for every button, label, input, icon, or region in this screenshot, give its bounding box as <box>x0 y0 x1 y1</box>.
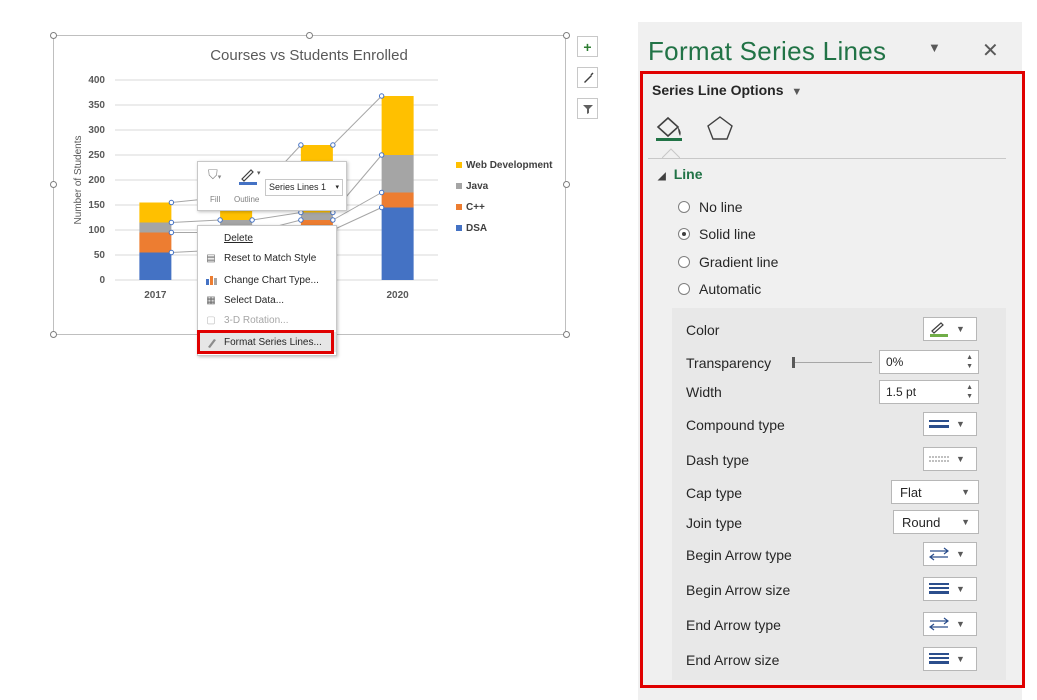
caret-down-icon[interactable]: ▼ <box>928 40 941 55</box>
menu-item-label: Delete <box>224 232 253 244</box>
bar-segment <box>139 222 172 233</box>
fill-label: Fill <box>210 195 221 204</box>
legend-entry: DSA <box>466 223 487 234</box>
pen-outline-icon: ▾ <box>239 169 261 185</box>
series-line-handle <box>298 142 304 148</box>
series-line-handle <box>217 217 223 223</box>
y-axis-label[interactable]: Number of Students <box>73 136 84 225</box>
menu-item-label: 3-D Rotation... <box>224 314 289 326</box>
series-line-handle <box>330 142 336 148</box>
series-line-handle <box>168 229 175 236</box>
series-line-handle <box>249 217 255 223</box>
legend-entry: Java <box>466 181 489 192</box>
series-line-handle <box>378 204 385 211</box>
rotation-3d-icon: ▢ <box>206 314 216 326</box>
bar-segment <box>381 192 414 208</box>
bar-segment <box>381 207 414 280</box>
menu-item-change-chart-type[interactable]: Change Chart Type... <box>198 270 336 290</box>
y-tick-label: 100 <box>88 225 105 236</box>
series-line-handle <box>378 189 385 196</box>
menu-item-reset-style[interactable]: ▤ Reset to Match Style <box>198 248 336 268</box>
x-tick-label: 2020 <box>387 290 410 301</box>
close-icon[interactable]: ✕ <box>982 38 999 63</box>
y-tick-label: 200 <box>88 175 105 186</box>
filter-icon <box>582 104 593 114</box>
menu-item-delete[interactable]: Delete <box>198 228 336 248</box>
series-line-handle <box>168 219 175 226</box>
annotation-highlight-box <box>197 330 334 354</box>
chart-type-icon <box>198 275 224 285</box>
chevron-down-icon: ▾ <box>335 184 339 191</box>
series-line-handle <box>378 152 385 158</box>
legend-entry: Web Development <box>466 160 553 171</box>
svg-text:▾: ▾ <box>257 170 261 177</box>
y-tick-label: 50 <box>94 250 106 261</box>
menu-item-label: Change Chart Type... <box>224 274 319 286</box>
annotation-highlight-box <box>640 71 1025 688</box>
series-selector[interactable]: Series Lines 1 ▾ <box>265 179 343 196</box>
x-tick-label: 2017 <box>144 290 167 301</box>
series-line <box>171 219 221 223</box>
legend-entry: C++ <box>466 202 485 213</box>
menu-item-label: Reset to Match Style <box>224 252 317 264</box>
y-tick-label: 400 <box>88 75 105 86</box>
chart-elements-button[interactable]: + <box>577 36 598 57</box>
series-line <box>332 95 382 146</box>
bar-segment <box>300 212 333 220</box>
y-tick-label: 250 <box>88 150 105 161</box>
y-tick-label: 350 <box>88 100 105 111</box>
menu-item-select-data[interactable]: ▦ Select Data... <box>198 290 336 310</box>
chart-title[interactable]: Courses vs Students Enrolled <box>210 47 408 64</box>
menu-item-label: Select Data... <box>224 294 285 306</box>
select-data-icon: ▦ <box>206 294 216 306</box>
bar-segment <box>139 232 172 253</box>
outline-label: Outline <box>234 195 260 204</box>
y-tick-label: 0 <box>99 275 105 286</box>
y-tick-label: 300 <box>88 125 105 136</box>
outline-button[interactable]: ▾ <box>238 167 262 190</box>
series-line <box>252 212 301 221</box>
plus-icon: + <box>583 38 592 55</box>
legend-swatch <box>456 225 462 231</box>
bar-segment <box>381 155 414 193</box>
pane-title: Format Series Lines <box>648 36 887 66</box>
series-line-handle <box>330 217 336 223</box>
series-selector-value: Series Lines 1 <box>269 182 327 192</box>
bar-segment <box>139 252 172 280</box>
legend-swatch <box>456 204 462 210</box>
bar-segment <box>381 96 414 155</box>
brush-icon <box>583 71 594 83</box>
reset-style-icon: ▤ <box>206 252 216 264</box>
bar-segment <box>139 202 172 223</box>
chart-filters-button[interactable] <box>577 98 598 119</box>
mini-toolbar: ⛉▾ Fill ▾ Outline Series Lines 1 ▾ <box>197 161 347 211</box>
series-line-handle <box>168 249 175 256</box>
series-line-handle <box>378 93 385 99</box>
chart-styles-button[interactable] <box>577 67 598 88</box>
menu-item-3d-rotation: ▢ 3-D Rotation... <box>198 310 336 330</box>
series-line-handle <box>298 217 304 223</box>
fill-button[interactable]: ⛉▾ <box>208 167 221 183</box>
legend-swatch <box>456 183 462 189</box>
y-tick-label: 150 <box>88 200 105 211</box>
paint-bucket-icon: ⛉ <box>208 167 218 182</box>
series-line-handle <box>168 199 175 206</box>
legend-swatch <box>456 162 462 168</box>
